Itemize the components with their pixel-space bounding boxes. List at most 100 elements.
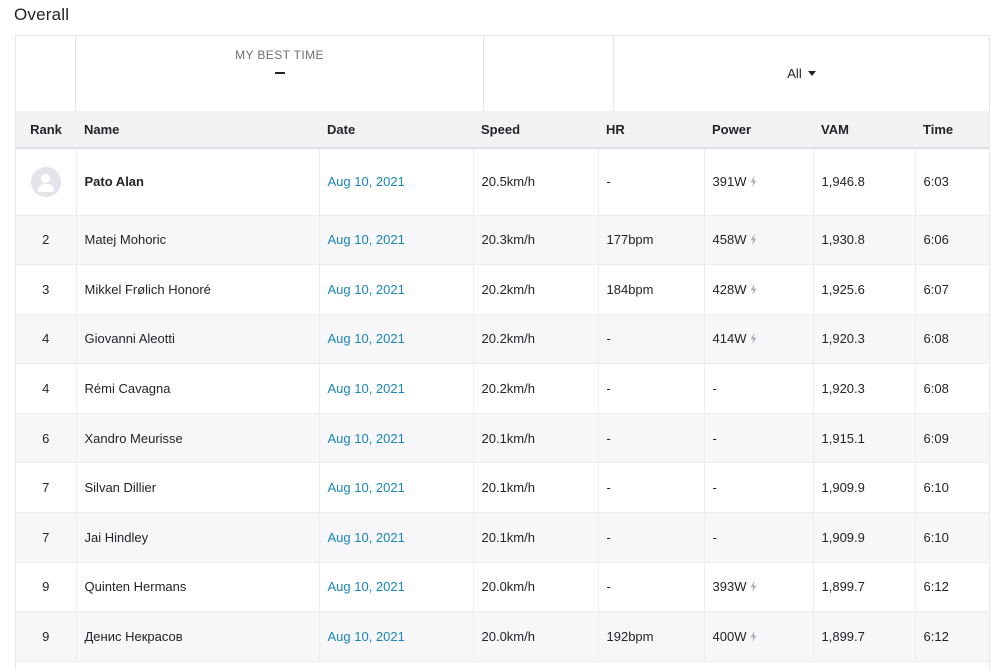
athlete-name[interactable]: Matej Mohoric [76,215,320,266]
date-cell: Aug 10, 2021 [319,512,474,563]
activity-date-link[interactable]: Aug 10, 2021 [328,431,405,446]
time-cell: 6:10 [915,512,989,563]
activity-date-link[interactable]: Aug 10, 2021 [328,232,405,247]
column-header-power[interactable]: Power [704,111,813,149]
activity-date-link[interactable]: Aug 10, 2021 [328,381,405,396]
athlete-name[interactable]: Xandro Meurisse [76,413,320,464]
activity-date-link[interactable]: Aug 10, 2021 [328,530,405,545]
athlete-name-text[interactable]: Xandro Meurisse [85,431,183,446]
rank-cell [16,148,77,216]
date-cell: Aug 10, 2021 [319,562,474,613]
athlete-name-text[interactable]: Silvan Dillier [85,480,157,495]
rank-cell: 4 [16,314,77,365]
time-cell: 6:08 [915,363,989,414]
column-header-hr[interactable]: HR [598,111,704,149]
athlete-name[interactable]: Pato Alan [76,148,320,216]
athlete-name[interactable]: Mikkel Frølich Honoré [76,264,320,315]
table-row: 7 Jai Hindley Aug 10, 2021 20.1km/h - -1,909.… [16,512,989,563]
speed-cell: 20.1km/h [473,413,599,464]
rank-cell: 9 [16,562,77,613]
section-title: Overall [14,5,70,24]
hr-cell: 184bpm [598,264,705,315]
caret-down-icon [807,71,816,76]
athlete-name[interactable]: Jai Hindley [76,512,320,563]
rank-cell: 7 [16,512,77,563]
time-cell: 6:08 [915,314,989,365]
my-best-time-value [274,72,285,74]
hr-cell: - [598,314,705,365]
avatar-icon[interactable] [30,166,61,197]
table-header: Rank Name Date Speed HR Power VAM Time [16,111,989,149]
hr-cell: 192bpm [598,611,705,662]
time-cell: 6:10 [915,462,989,514]
athlete-name-text[interactable]: Jai Hindley [85,530,149,545]
rank-cell: 2 [16,215,77,266]
speed-cell: 20.1km/h [473,512,599,563]
time-cell: 6:03 [915,148,989,216]
hr-cell: - [598,512,705,563]
athlete-name[interactable]: Quinten Hermans [76,562,320,613]
time-cell: 6:09 [915,413,989,464]
date-cell: Aug 10, 2021 [319,314,474,365]
lightning-bolt-icon [746,174,757,189]
power-cell: 393W [704,562,814,613]
athlete-name[interactable]: Rémi Cavagna [76,363,320,414]
athlete-name-text[interactable]: Mikkel Frølich Honoré [85,282,211,297]
activity-date-link[interactable]: Aug 10, 2021 [328,282,405,297]
filter-dropdown[interactable]: All [614,36,989,111]
table-row: 7 Silvan Dillier Aug 10, 2021 20.1km/h - -1,9… [16,462,989,514]
athlete-name-text[interactable]: Quinten Hermans [85,579,187,594]
athlete-name[interactable]: Silvan Dillier [76,462,320,514]
speed-cell: 20.0km/h [473,562,599,613]
rank-cell: 9 [16,611,77,662]
athlete-name-text[interactable]: Rémi Cavagna [85,381,171,396]
speed-cell: 20.2km/h [473,264,599,315]
power-value: 391W [712,174,747,190]
athlete-name-text[interactable]: Giovanni Aleotti [85,331,175,346]
activity-date-link[interactable]: Aug 10, 2021 [328,480,405,495]
column-header-date[interactable]: Date [319,111,473,149]
power-value: - [712,529,717,545]
table-row: Pato Alan Aug 10, 2021 20.5km/h -391W 1,946.… [16,148,989,216]
power-value: - [712,430,717,446]
my-best-time: MY BEST TIME [76,36,484,111]
hr-cell: - [598,462,705,514]
activity-date-link[interactable]: Aug 10, 2021 [328,629,405,644]
hr-cell: - [598,562,705,613]
power-value: - [712,381,717,397]
table-row: 9 Денис Некрасов Aug 10, 2021 20.0km/h 192bp… [16,611,989,662]
power-cell: - [704,363,814,414]
column-header-vam[interactable]: VAM [813,111,915,149]
hr-cell: 177bpm [598,215,705,266]
power-cell: 400W [704,611,814,662]
rank-cell: 6 [16,413,77,464]
speed-cell: 20.3km/h [473,215,599,266]
power-cell: - [704,413,814,464]
athlete-name-text[interactable]: Денис Некрасов [85,629,183,644]
athlete-name-text[interactable]: Pato Alan [85,174,144,189]
column-header-name[interactable]: Name [76,111,319,149]
athlete-name[interactable]: Giovanni Aleotti [76,314,320,365]
rank-cell: 7 [16,462,77,514]
hr-cell: - [598,413,705,464]
column-header-time[interactable]: Time [915,111,989,149]
lightning-bolt-icon [746,579,757,594]
athlete-name[interactable]: Денис Некрасов [76,611,320,662]
power-value: 414W [712,331,747,347]
lightning-bolt-icon [746,629,757,644]
power-value: 400W [712,629,747,645]
table-row: 6 Xandro Meurisse Aug 10, 2021 20.1km/h - -1,… [16,413,989,464]
column-header-speed[interactable]: Speed [473,111,598,149]
activity-date-link[interactable]: Aug 10, 2021 [328,174,405,189]
activity-date-link[interactable]: Aug 10, 2021 [328,331,405,346]
speed-cell: 20.5km/h [473,148,599,216]
hr-cell: - [598,148,705,216]
date-cell: Aug 10, 2021 [319,462,474,514]
power-cell: - [704,512,814,563]
filter-label: All [787,66,802,81]
athlete-name-text[interactable]: Matej Mohoric [85,232,167,247]
leaderboard-table: Rank Name Date Speed HR Power VAM Time P… [16,111,989,662]
date-cell: Aug 10, 2021 [319,148,474,216]
activity-date-link[interactable]: Aug 10, 2021 [328,579,405,594]
column-header-rank[interactable]: Rank [16,111,76,149]
